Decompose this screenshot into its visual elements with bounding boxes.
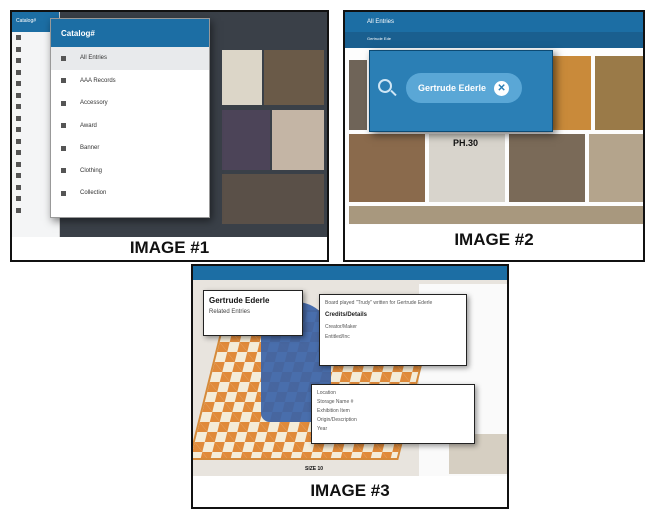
thumbnail[interactable]	[349, 206, 643, 224]
folder-icon	[61, 123, 66, 129]
menu-item[interactable]: All Entries	[51, 47, 209, 70]
thumbnail[interactable]	[509, 134, 585, 202]
search-term: Gertrude Ederle	[418, 83, 487, 93]
desc-line: Board played "Trudy" written for Gertrud…	[325, 300, 433, 306]
details-card: Location Storage Name # Exhibition Item …	[311, 384, 475, 444]
menu-item[interactable]: Clothing	[51, 160, 209, 183]
folder-icon	[16, 58, 21, 64]
clear-icon[interactable]: ✕	[494, 80, 510, 96]
thumbnail[interactable]	[589, 134, 643, 202]
menu-item-label: AAA Records	[80, 77, 116, 84]
folder-icon	[16, 173, 21, 179]
thumbnail[interactable]	[264, 50, 324, 105]
detail-line: Exhibition Item	[317, 408, 350, 414]
caption-image-2: IMAGE #2	[454, 230, 534, 249]
folder-icon	[16, 161, 21, 167]
catalog-dropdown-menu: Catalog# All Entries AAA Records Accesso…	[50, 18, 210, 218]
menu-item-label: Accessory	[80, 100, 108, 107]
menu-item[interactable]: AAA Records	[51, 70, 209, 93]
folder-icon	[61, 145, 66, 151]
folder-icon	[16, 138, 21, 144]
panel-image-1: Catalog# Catalog# All Entries AAA Record…	[10, 10, 329, 262]
menu-item-label: All Entries	[80, 55, 108, 62]
folder-icon	[61, 168, 66, 174]
folder-icon	[16, 150, 21, 156]
folder-icon	[61, 190, 66, 196]
folder-icon	[16, 46, 21, 52]
photo-caption: PH.30	[453, 138, 479, 148]
filter-chip[interactable]: Gertrude Ede	[367, 36, 391, 41]
entity-title: Gertrude Ederle	[209, 296, 270, 305]
related-entries-link[interactable]: Related Entries	[209, 309, 297, 315]
caption-image-3: IMAGE #3	[310, 481, 390, 500]
folder-icon	[16, 35, 21, 41]
thumbnail[interactable]: PH.30	[429, 134, 505, 202]
filter-bar: Gertrude Ede	[345, 32, 643, 48]
app-bar	[193, 266, 507, 280]
folder-icon	[16, 69, 21, 75]
app-title: All Entries	[367, 19, 395, 25]
folder-icon	[16, 127, 21, 133]
thumbnail[interactable]	[222, 50, 262, 105]
folder-icon	[61, 100, 66, 106]
caption-image-1: IMAGE #1	[129, 238, 210, 257]
menu-item-label: Award	[80, 122, 97, 129]
folder-icon	[16, 196, 21, 202]
thumbnail[interactable]	[222, 174, 324, 224]
menu-title: Catalog#	[51, 19, 209, 47]
thumbnail[interactable]	[222, 110, 270, 170]
folder-icon	[61, 78, 66, 84]
thumbnail[interactable]	[349, 60, 367, 130]
folder-icon	[61, 55, 66, 61]
search-icon[interactable]	[378, 79, 392, 93]
panel-image-2: All Entries Gertrude Ede PH.30 Gertrude …	[343, 10, 645, 262]
menu-item[interactable]: Accessory	[51, 92, 209, 115]
credit-line: Creator/Maker	[325, 324, 357, 330]
credit-line: Entitled/Inc	[325, 334, 350, 340]
folder-icon	[16, 81, 21, 87]
menu-item[interactable]: Collection	[51, 182, 209, 205]
thumbnail[interactable]	[595, 56, 643, 130]
detail-line: Year	[317, 426, 328, 432]
menu-item-label: Banner	[80, 145, 100, 152]
menu-item[interactable]: Banner	[51, 137, 209, 160]
detail-line: Origin/Description	[317, 417, 357, 423]
entity-card[interactable]: Gertrude Ederle Related Entries	[203, 290, 303, 336]
folder-icon	[16, 104, 21, 110]
bottom-label: SIZE 10	[305, 466, 324, 472]
folder-icon	[16, 92, 21, 98]
folder-icon	[16, 115, 21, 121]
menu-item[interactable]: Award	[51, 115, 209, 138]
search-chip[interactable]: Gertrude Ederle ✕	[406, 73, 522, 103]
thumbnail[interactable]	[272, 110, 324, 170]
menu-item-label: Clothing	[80, 167, 103, 174]
detail-line: Storage Name #	[317, 399, 354, 405]
section-heading: Credits/Details	[325, 312, 368, 318]
credits-card: Board played "Trudy" written for Gertrud…	[319, 294, 467, 366]
app-bar: All Entries	[345, 12, 643, 32]
detail-line: Location	[317, 390, 336, 396]
folder-icon	[16, 184, 21, 190]
menu-item-label: Collection	[80, 190, 107, 197]
thumbnail[interactable]	[349, 134, 425, 202]
search-overlay: Gertrude Ederle ✕	[369, 50, 553, 132]
panel-image-3: SIZE 10 Gertrude Ederle Related Entries …	[191, 264, 509, 509]
folder-icon	[16, 207, 21, 213]
thumbnail[interactable]	[553, 56, 591, 130]
